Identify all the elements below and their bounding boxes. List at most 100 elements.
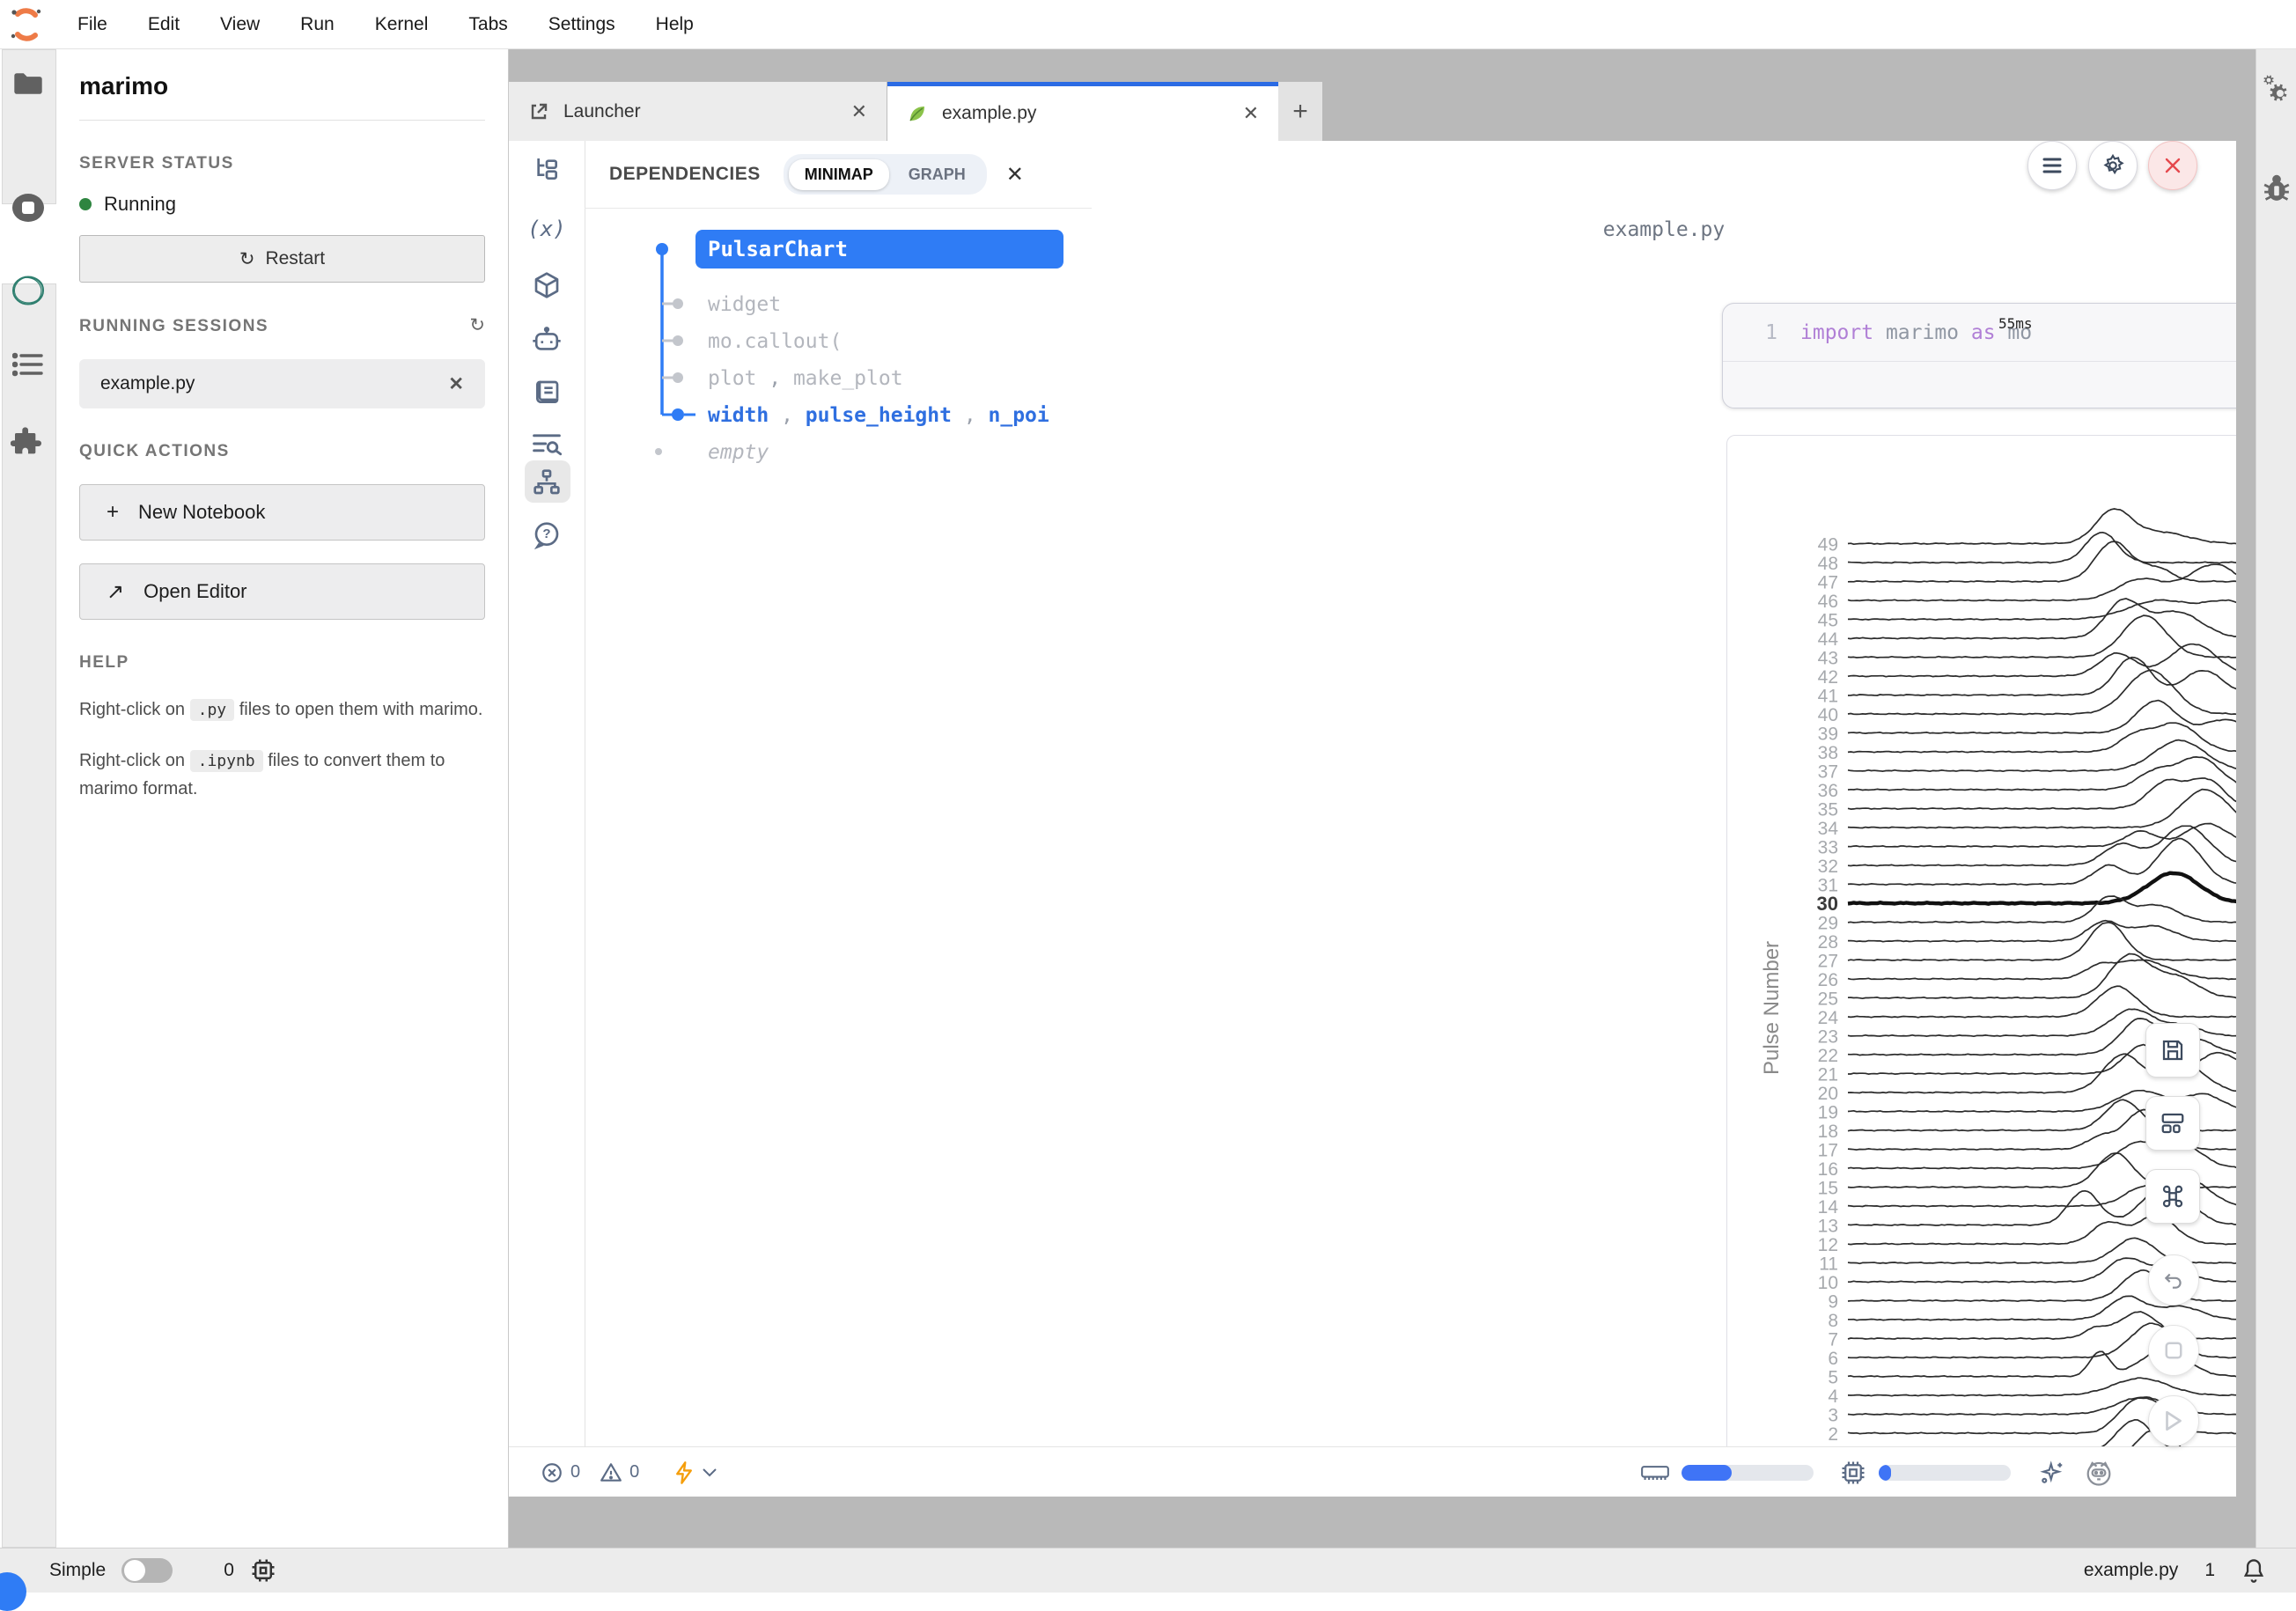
simple-mode-toggle[interactable] (121, 1558, 173, 1583)
graph-toggle-option[interactable]: GRAPH (893, 159, 982, 190)
menu-view[interactable]: View (220, 14, 260, 35)
minimap-row[interactable]: PulsarChart (656, 230, 1063, 268)
pulse-tick-label: 2 (1828, 1424, 1838, 1445)
pulse-tick-label: 45 (1818, 611, 1838, 631)
pulse-tick-label: 20 (1818, 1084, 1838, 1104)
new-tab-button[interactable]: + (1278, 82, 1322, 141)
marimo-app-logo-icon (9, 7, 44, 42)
layout-toggle-button[interactable] (2145, 1096, 2200, 1151)
bell-icon[interactable] (2241, 1557, 2266, 1584)
code-token: marimo (1873, 321, 1971, 344)
kernel-chip-icon[interactable] (250, 1557, 276, 1584)
pulse-tick-label: 25 (1818, 989, 1838, 1010)
marimo-leaf-icon (907, 103, 928, 124)
restart-button[interactable]: ↻ Restart (79, 235, 485, 283)
minimap-row[interactable]: plot , make_plot (662, 367, 903, 390)
refresh-sessions-icon[interactable]: ↻ (469, 314, 485, 336)
close-tab-icon[interactable]: ✕ (1243, 102, 1259, 125)
pulse-tick-label: 31 (1818, 876, 1838, 896)
dependency-minimap[interactable]: PulsarChart widget mo.callout( plot , make_… (585, 211, 1092, 475)
pulse-tick-label: 9 (1828, 1292, 1838, 1313)
close-panel-icon[interactable]: ✕ (1006, 162, 1024, 188)
pulse-tick-label: 14 (1818, 1197, 1839, 1217)
minimap-row[interactable]: width , pulse_height , n_poi (662, 404, 1049, 427)
pulse-tick-label: 34 (1818, 819, 1839, 839)
pulse-curve-29 (1848, 896, 2236, 923)
cpu-usage-bar (1879, 1465, 2011, 1481)
assistant-bot-icon[interactable] (2085, 1460, 2113, 1486)
command-palette-button[interactable] (2145, 1169, 2200, 1224)
file-tree-icon[interactable] (509, 143, 585, 195)
close-session-icon[interactable]: ✕ (448, 373, 464, 395)
run-all-button[interactable] (2148, 1395, 2199, 1446)
pulse-curve-28 (1848, 921, 2236, 942)
error-counter[interactable]: 0 (541, 1461, 580, 1484)
pulse-tick-label: 21 (1818, 1065, 1838, 1085)
pulse-tick-label: 41 (1818, 687, 1838, 707)
pulse-tick-label: 28 (1818, 932, 1838, 953)
menu-tabs[interactable]: Tabs (468, 14, 507, 35)
pulse-tick-label: 38 (1818, 743, 1838, 763)
save-layout-button[interactable] (2145, 1023, 2200, 1078)
ai-sparkle-icon[interactable] (2039, 1460, 2065, 1486)
minimap-toggle-option[interactable]: MINIMAP (789, 159, 889, 190)
notebook-settings-button[interactable] (2088, 141, 2138, 190)
tab-launcher[interactable]: Launcher ✕ (509, 82, 887, 141)
status-dot-icon (79, 198, 92, 210)
pulse-tick-label: 16 (1818, 1159, 1838, 1180)
dependencies-icon[interactable] (509, 465, 585, 500)
menu-kernel[interactable]: Kernel (375, 14, 429, 35)
pulse-curve-49 (1848, 509, 2236, 544)
stop-all-button[interactable] (2148, 1325, 2199, 1376)
minimap-row[interactable]: mo.callout( (662, 330, 842, 353)
ai-assistant-icon[interactable] (509, 313, 585, 366)
view-toggle: MINIMAP GRAPH (784, 154, 987, 195)
notebook-menu-button[interactable] (2027, 141, 2077, 190)
quick-actions-heading: QUICK ACTIONS (79, 442, 485, 461)
shutdown-close-button[interactable] (2148, 141, 2197, 190)
debugger-icon[interactable] (2256, 173, 2296, 204)
logs-search-icon[interactable] (509, 419, 585, 468)
menu-edit[interactable]: Edit (148, 14, 180, 35)
variables-icon[interactable]: (x) (509, 202, 585, 255)
runtime-mode-button[interactable] (674, 1461, 717, 1484)
menu-settings[interactable]: Settings (548, 14, 615, 35)
scratchpad-icon[interactable] (509, 366, 585, 419)
table-of-contents-icon[interactable] (0, 350, 56, 379)
setup-cell[interactable]: 1 import marimo as mo setup cell ? ... (1722, 303, 2236, 408)
warning-counter[interactable]: 0 (600, 1461, 639, 1484)
undo-button[interactable] (2148, 1254, 2199, 1306)
minimap-row[interactable]: empty (655, 441, 769, 464)
close-tab-icon[interactable]: ✕ (851, 100, 867, 123)
dependencies-panel: DEPENDENCIES MINIMAP GRAPH ✕ PulsarChart… (585, 141, 1093, 1497)
minimap-row[interactable]: widget (662, 293, 781, 316)
marimo-editor-panel: (x) (509, 141, 2236, 1497)
property-inspector-icon[interactable] (2256, 74, 2296, 106)
menu-run[interactable]: Run (300, 14, 335, 35)
statusbar-filename[interactable]: example.py (2084, 1560, 2178, 1581)
file-browser-icon[interactable] (0, 70, 56, 97)
packages-icon[interactable] (509, 259, 585, 312)
help-icon[interactable]: ? (509, 511, 585, 560)
cell-exec-time: 55ms (1998, 315, 2033, 332)
session-item[interactable]: example.py ✕ (79, 359, 485, 408)
open-editor-button[interactable]: ↗ Open Editor (79, 563, 485, 620)
pulse-tick-label: 42 (1818, 667, 1838, 688)
cpu-icon (1840, 1460, 1866, 1486)
notebook-area: example.py 1 import marimo as mo setup c… (1092, 141, 2236, 1497)
notebook-filename: example.py (1092, 218, 2236, 241)
extensions-icon[interactable] (0, 424, 56, 460)
svg-text:PulsarChart: PulsarChart (708, 237, 848, 261)
menu-file[interactable]: File (77, 14, 107, 35)
running-kernels-icon[interactable] (0, 190, 56, 225)
marimo-sidebar-icon[interactable] (0, 271, 56, 310)
menu-bar: File Edit View Run Kernel Tabs Settings Help (0, 0, 2296, 49)
right-activity-bar (2256, 49, 2296, 1548)
running-sessions-heading: RUNNING SESSIONS (79, 317, 269, 336)
menu-help[interactable]: Help (656, 14, 694, 35)
help-heading: HELP (79, 653, 485, 673)
pulse-curve-24 (1848, 986, 2236, 1018)
memory-usage-bar (1682, 1465, 1814, 1481)
new-notebook-button[interactable]: + New Notebook (79, 484, 485, 541)
tab-example-py[interactable]: example.py ✕ (887, 82, 1278, 141)
